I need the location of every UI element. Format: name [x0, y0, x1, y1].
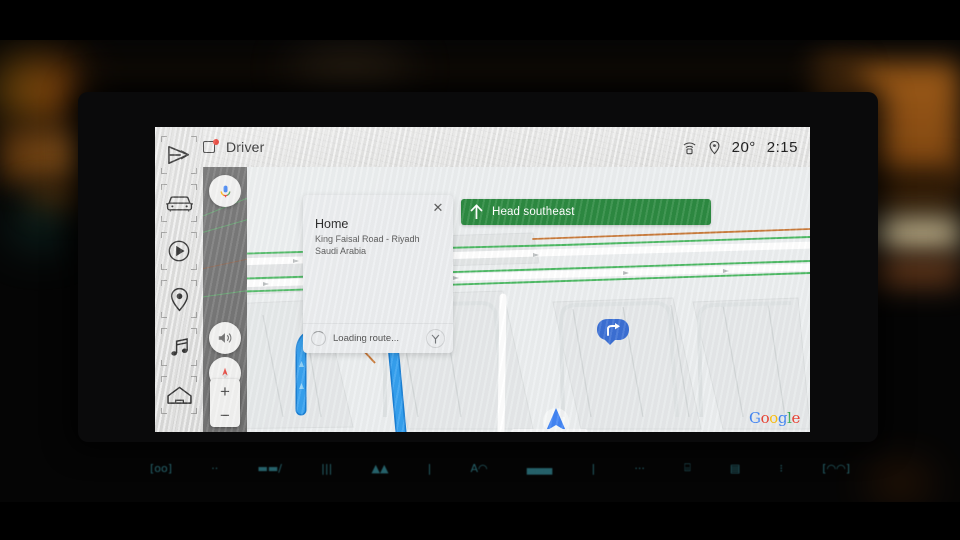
destination-card-footer: Loading route...	[303, 323, 453, 353]
dash-button[interactable]: ···	[634, 462, 645, 475]
map-side-panel[interactable]: + −	[203, 167, 247, 432]
dash-button[interactable]: [◠◠]	[822, 462, 850, 475]
volume-button[interactable]	[209, 322, 241, 354]
dash-button[interactable]: A◠	[471, 462, 488, 475]
dash-button[interactable]: ▄▄▄	[527, 462, 552, 475]
map-canvas[interactable]: 3 min slower Unknown road Google	[203, 167, 810, 432]
focus-corners	[161, 376, 197, 414]
speaker-icon	[218, 333, 232, 343]
turn-right-icon	[606, 323, 620, 336]
dash-button[interactable]: |||	[321, 462, 332, 475]
profile-label: Driver	[226, 139, 265, 155]
location-pin-icon	[709, 140, 720, 154]
focus-corners	[161, 328, 197, 366]
status-bar-right: 20° 2:15	[682, 139, 798, 156]
focus-corners	[161, 232, 197, 270]
side-panel-line	[203, 216, 247, 235]
google-microphone-icon	[220, 185, 230, 197]
mic-button[interactable]	[209, 175, 241, 207]
google-letter: G	[749, 409, 761, 427]
dash-button[interactable]: ⌸	[684, 461, 691, 475]
google-letter: o	[769, 409, 778, 427]
dash-button[interactable]: |	[591, 462, 595, 475]
wifi-icon	[683, 141, 696, 154]
dash-button[interactable]: [oo]	[150, 462, 172, 475]
bokeh-center	[290, 52, 410, 86]
loading-spinner-icon	[311, 331, 326, 346]
zoom-out-button[interactable]: −	[210, 403, 240, 427]
dash-button[interactable]: ▤	[730, 462, 740, 475]
sidebar-item-navigation[interactable]	[159, 277, 199, 321]
bokeh-teal	[10, 205, 70, 245]
route-fork-icon	[431, 334, 440, 344]
sidebar-item-home[interactable]	[159, 373, 199, 417]
sidebar-item-media[interactable]	[159, 229, 199, 273]
route-alternatives-button[interactable]	[426, 329, 445, 348]
infotainment-screen[interactable]: 3 min slower Unknown road Google	[155, 127, 810, 432]
arrow-up-icon	[470, 204, 483, 219]
clock-display: 2:15	[766, 138, 798, 156]
google-letter: o	[760, 409, 770, 427]
vehicle-position-arrow	[541, 405, 571, 432]
focus-corners	[161, 184, 197, 222]
map-zoom-controls[interactable]: + −	[210, 379, 240, 427]
zoom-in-button[interactable]: +	[210, 379, 240, 403]
notification-badge-icon[interactable]	[203, 138, 219, 155]
maneuver-banner: Head southeast	[461, 199, 711, 225]
google-letter: g	[777, 409, 788, 427]
focus-corners	[161, 280, 197, 318]
google-attribution: Google	[749, 409, 800, 427]
close-icon[interactable]: ✕	[431, 200, 445, 215]
sidebar-item-vehicle[interactable]	[159, 181, 199, 225]
letterbox-bottom	[0, 502, 960, 540]
dashboard-climate-controls[interactable]: [oo] ·· ▬▬/ ||| ▲▲ | A◠ ▄▄▄ | ··· ⌸ ▤ ⁝ …	[150, 455, 850, 481]
warm-glow-left	[0, 130, 90, 182]
focus-corners	[161, 136, 197, 174]
status-bar: Driver 20° 2:15	[155, 127, 810, 167]
dash-button[interactable]: ··	[211, 462, 218, 475]
google-letter: e	[791, 409, 801, 427]
destination-address-line2: Saudi Arabia	[315, 246, 367, 257]
sidebar-item-android-auto[interactable]	[159, 133, 199, 177]
dash-button[interactable]: |	[428, 462, 432, 475]
app-rail[interactable]	[155, 127, 203, 432]
side-panel-line	[203, 288, 247, 299]
status-bar-left[interactable]: Driver	[203, 138, 265, 155]
dash-button[interactable]: ▲▲	[371, 462, 388, 475]
maneuver-text: Head southeast	[492, 206, 575, 218]
dash-button[interactable]: ⁝	[780, 462, 784, 475]
route-status-text: Loading route...	[333, 333, 400, 344]
dash-button[interactable]: ▬▬/	[257, 462, 282, 475]
letterbox-top	[0, 0, 960, 40]
temperature-display: 20°	[731, 138, 756, 156]
destination-card[interactable]: ✕ Home King Faisal Road - Riyadh Saudi A…	[303, 195, 453, 353]
side-panel-line	[203, 256, 247, 271]
bokeh-right-low	[870, 474, 930, 492]
turn-right-badge	[597, 319, 629, 345]
sidebar-item-music[interactable]	[159, 325, 199, 369]
destination-title: Home	[315, 217, 349, 231]
eta-comparison-chip: 3 min slower	[511, 429, 589, 432]
notification-dot	[213, 138, 219, 145]
destination-address-line1: King Faisal Road - Riyadh	[315, 234, 420, 244]
dashboard-shadow	[90, 58, 860, 90]
